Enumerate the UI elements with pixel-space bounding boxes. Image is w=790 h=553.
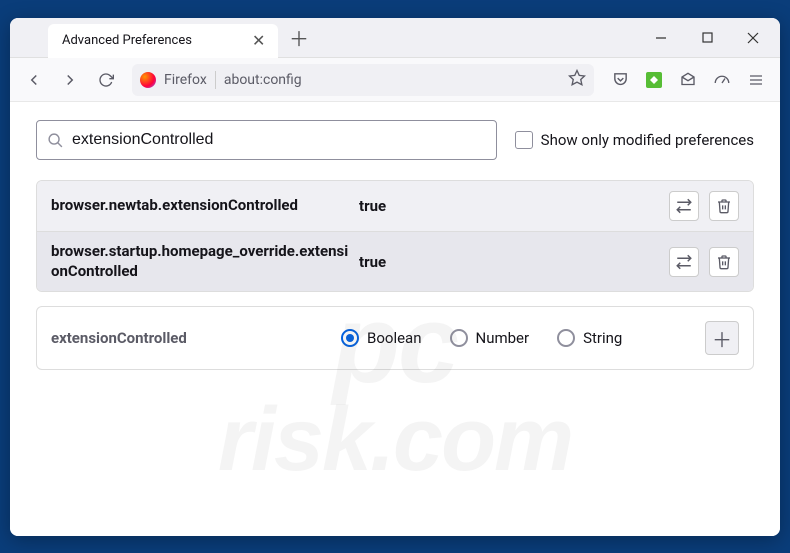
prefs-table: browser.newtab.extensionControlled true … (36, 180, 754, 292)
new-tab-button[interactable]: ＋ (284, 23, 314, 53)
search-icon (47, 132, 64, 149)
pref-value: true (359, 253, 661, 271)
search-input[interactable] (72, 131, 486, 149)
about-config-content: Show only modified preferences browser.n… (10, 102, 780, 536)
toggle-button[interactable] (669, 191, 699, 221)
url-text: about:config (224, 72, 560, 88)
bookmark-star-icon[interactable] (568, 69, 586, 91)
delete-button[interactable] (709, 247, 739, 277)
maximize-button[interactable] (684, 18, 730, 58)
pref-name: browser.newtab.extensionControlled (51, 196, 351, 216)
toggle-button[interactable] (669, 247, 699, 277)
pref-value: true (359, 197, 661, 215)
tab-advanced-preferences[interactable]: Advanced Preferences ✕ (48, 24, 278, 58)
row-actions (669, 191, 739, 221)
row-actions (669, 247, 739, 277)
radio-label: Boolean (367, 329, 422, 347)
radio-label: String (583, 329, 622, 347)
radio-icon (450, 329, 468, 347)
checkbox-icon (515, 131, 533, 149)
reload-button[interactable] (90, 64, 122, 96)
radio-icon (341, 329, 359, 347)
url-bar[interactable]: Firefox about:config (132, 64, 594, 96)
show-modified-label: Show only modified preferences (541, 131, 754, 149)
new-pref-row: extensionControlled Boolean Number Strin… (36, 306, 754, 370)
add-pref-button[interactable]: ＋ (705, 321, 739, 355)
hamburger-menu-icon[interactable] (740, 64, 772, 96)
close-tab-icon[interactable]: ✕ (252, 33, 265, 49)
show-modified-checkbox[interactable]: Show only modified preferences (515, 131, 754, 149)
nav-toolbar: Firefox about:config (10, 58, 780, 102)
pref-row: browser.startup.homepage_override.extens… (37, 232, 753, 291)
radio-number[interactable]: Number (450, 329, 530, 347)
pocket-icon[interactable] (604, 64, 636, 96)
pref-name: browser.startup.homepage_override.extens… (51, 242, 351, 281)
new-pref-name: extensionControlled (51, 329, 331, 347)
type-radio-group: Boolean Number String (341, 329, 695, 347)
search-box[interactable] (36, 120, 497, 160)
radio-icon (557, 329, 575, 347)
firefox-logo-icon (140, 72, 156, 88)
close-window-button[interactable] (730, 18, 776, 58)
radio-label: Number (476, 329, 530, 347)
urlbar-divider (215, 71, 216, 89)
tab-title: Advanced Preferences (62, 33, 192, 48)
radio-boolean[interactable]: Boolean (341, 329, 422, 347)
gauge-icon[interactable] (706, 64, 738, 96)
titlebar: Advanced Preferences ✕ ＋ (10, 18, 780, 58)
minimize-button[interactable] (638, 18, 684, 58)
mail-icon[interactable] (672, 64, 704, 96)
radio-string[interactable]: String (557, 329, 622, 347)
pref-row: browser.newtab.extensionControlled true (37, 181, 753, 232)
search-row: Show only modified preferences (36, 120, 754, 160)
identity-label: Firefox (164, 72, 207, 88)
window-controls (638, 18, 776, 58)
browser-window: Advanced Preferences ✕ ＋ Fi (10, 18, 780, 536)
back-button[interactable] (18, 64, 50, 96)
extension-icon[interactable] (638, 64, 670, 96)
delete-button[interactable] (709, 191, 739, 221)
forward-button[interactable] (54, 64, 86, 96)
